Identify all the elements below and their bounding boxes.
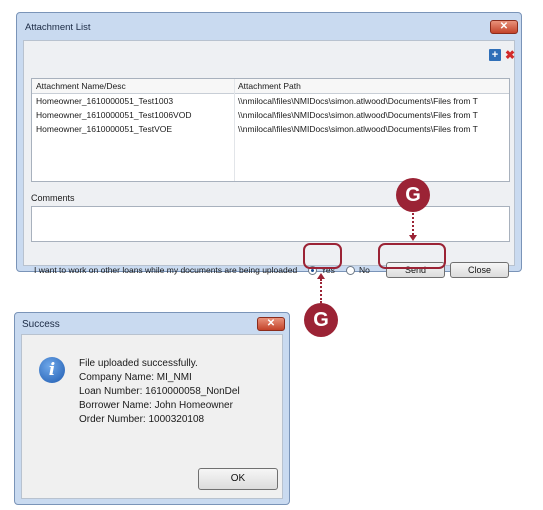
success-dialog: Success ✕ i File uploaded successfully. … <box>14 312 290 505</box>
table-header: Attachment Name/Desc Attachment Path <box>32 79 509 94</box>
close-button[interactable]: Close <box>450 262 509 278</box>
connector-bottom <box>320 279 322 303</box>
dialog-title: Success <box>22 319 60 330</box>
attachment-name-cell: Homeowner_1610000051_Test1006VOD <box>36 110 192 120</box>
column-header-path[interactable]: Attachment Path <box>238 81 301 91</box>
window-client-area: + ✖ Attachment Name/Desc Attachment Path… <box>23 40 516 278</box>
dialog-client-area: i File uploaded successfully. Company Na… <box>21 334 283 499</box>
arrow-down-icon <box>409 235 417 241</box>
yes-option-callout <box>303 243 342 269</box>
message-line: Company Name: MI_NMI <box>79 372 192 383</box>
comments-label: Comments <box>31 193 75 203</box>
message-line: File uploaded successfully. <box>79 358 198 369</box>
add-attachment-icon[interactable]: + <box>489 49 501 61</box>
attachment-name-cell: Homeowner_1610000051_TestVOE <box>36 124 173 134</box>
step-g-badge-top: G <box>396 178 430 212</box>
column-divider <box>234 79 235 181</box>
step-g-badge-bottom: G <box>304 303 338 337</box>
window-title: Attachment List <box>25 22 91 33</box>
message-line: Order Number: 1000320108 <box>79 414 205 425</box>
attachment-path-cell: \\nmilocal\files\NMIDocs\simon.atlwood\D… <box>238 124 478 134</box>
message-line: Borrower Name: John Homeowner <box>79 400 233 411</box>
attachment-name-cell: Homeowner_1610000051_Test1003 <box>36 96 174 106</box>
comments-input[interactable] <box>31 206 510 242</box>
radio-no[interactable] <box>346 266 355 275</box>
close-dialog-button[interactable]: ✕ <box>257 317 285 331</box>
ok-button[interactable]: OK <box>198 468 278 490</box>
info-icon: i <box>39 357 65 383</box>
message-line: Loan Number: 1610000058_NonDel <box>79 386 240 397</box>
attachment-path-cell: \\nmilocal\files\NMIDocs\simon.atlwood\D… <box>238 110 478 120</box>
column-header-name[interactable]: Attachment Name/Desc <box>36 81 126 91</box>
attachment-path-cell: \\nmilocal\files\NMIDocs\simon.atlwood\D… <box>238 96 478 106</box>
connector-top <box>412 213 414 235</box>
radio-no-label[interactable]: No <box>359 265 370 275</box>
delete-attachment-icon[interactable]: ✖ <box>504 49 516 61</box>
attachment-table[interactable]: Attachment Name/Desc Attachment Path Hom… <box>31 78 510 182</box>
send-button-callout <box>378 243 446 269</box>
attachment-list-window: Attachment List ✕ + ✖ Attachment Name/De… <box>16 12 522 278</box>
background-upload-prompt: I want to work on other loans while my d… <box>34 265 298 275</box>
close-window-button[interactable]: ✕ <box>490 20 518 34</box>
